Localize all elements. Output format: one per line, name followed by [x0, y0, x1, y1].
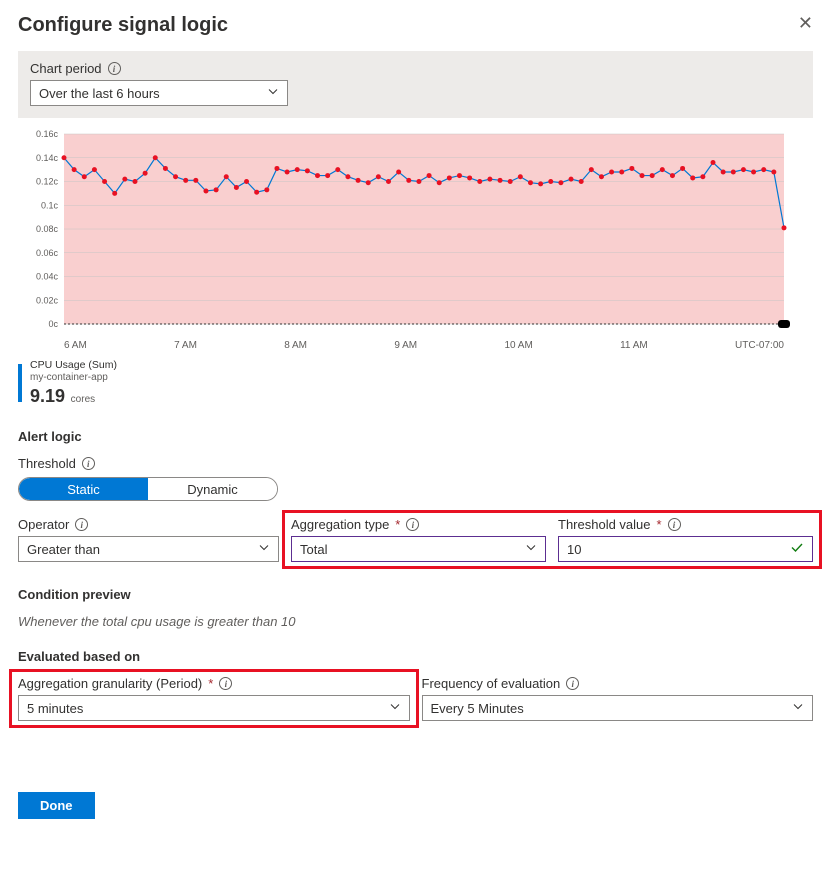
chevron-down-icon — [258, 542, 270, 557]
threshold-value-input[interactable]: 10 — [558, 536, 813, 562]
legend-metric-name: CPU Usage (Sum) — [30, 359, 117, 372]
aggregation-type-select[interactable]: Total — [291, 536, 546, 562]
info-icon[interactable]: i — [75, 518, 88, 531]
info-icon[interactable]: i — [219, 677, 232, 690]
aggregation-type-label: Aggregation type — [291, 517, 389, 532]
chart-period-value: Over the last 6 hours — [39, 86, 160, 101]
threshold-toggle: Static Dynamic — [18, 477, 278, 501]
svg-text:0.08c: 0.08c — [36, 224, 59, 234]
frequency-select[interactable]: Every 5 Minutes — [422, 695, 814, 721]
chart-period-bar: Chart period i Over the last 6 hours — [18, 51, 813, 118]
operator-select[interactable]: Greater than — [18, 536, 279, 562]
chevron-down-icon — [267, 86, 279, 101]
svg-text:0.04c: 0.04c — [36, 272, 59, 282]
svg-text:0.16c: 0.16c — [36, 129, 59, 139]
chevron-down-icon — [525, 542, 537, 557]
granularity-label: Aggregation granularity (Period) — [18, 676, 202, 691]
highlight-granularity: Aggregation granularity (Period) * i 5 m… — [9, 669, 419, 728]
chart-legend: CPU Usage (Sum) my-container-app 9.19 co… — [18, 359, 813, 407]
svg-text:0.1c: 0.1c — [41, 200, 59, 210]
threshold-value-label: Threshold value — [558, 517, 651, 532]
alert-logic-heading: Alert logic — [18, 429, 813, 444]
operator-value: Greater than — [27, 542, 100, 557]
condition-preview-text: Whenever the total cpu usage is greater … — [18, 614, 813, 629]
legend-unit: cores — [71, 394, 95, 405]
operator-label: Operator — [18, 517, 69, 532]
frequency-label: Frequency of evaluation — [422, 676, 561, 691]
threshold-label: Threshold — [18, 456, 76, 471]
legend-color-bar — [18, 364, 22, 402]
threshold-static-option[interactable]: Static — [19, 478, 148, 500]
legend-resource-name: my-container-app — [30, 372, 117, 385]
highlight-threshold-inputs: Aggregation type * i Total Threshold val… — [282, 510, 822, 569]
chart-period-label: Chart period — [30, 61, 102, 76]
frequency-value: Every 5 Minutes — [431, 701, 524, 716]
check-icon — [790, 541, 804, 558]
svg-text:0.06c: 0.06c — [36, 248, 59, 258]
condition-preview-heading: Condition preview — [18, 587, 813, 602]
info-icon[interactable]: i — [82, 457, 95, 470]
close-icon[interactable]: ✕ — [798, 14, 813, 32]
svg-text:0.12c: 0.12c — [36, 177, 59, 187]
granularity-value: 5 minutes — [27, 701, 83, 716]
chart-area: 0c 0.02c 0.04c 0.06c 0.08c 0.1c 0.12c 0.14c 0.16… — [22, 128, 809, 351]
done-button[interactable]: Done — [18, 792, 95, 819]
info-icon[interactable]: i — [566, 677, 579, 690]
chevron-down-icon — [389, 701, 401, 716]
chart-period-select[interactable]: Over the last 6 hours — [30, 80, 288, 106]
page-title: Configure signal logic — [18, 14, 228, 37]
info-icon[interactable]: i — [108, 62, 121, 75]
aggregation-type-value: Total — [300, 542, 327, 557]
threshold-dynamic-option[interactable]: Dynamic — [148, 478, 277, 500]
info-icon[interactable]: i — [668, 518, 681, 531]
info-icon[interactable]: i — [406, 518, 419, 531]
evaluated-heading: Evaluated based on — [18, 649, 813, 664]
svg-text:0.14c: 0.14c — [36, 153, 59, 163]
legend-value: 9.19 — [30, 386, 65, 406]
chevron-down-icon — [792, 701, 804, 716]
svg-text:0c: 0c — [48, 319, 58, 329]
svg-text:0.02c: 0.02c — [36, 295, 59, 305]
granularity-select[interactable]: 5 minutes — [18, 695, 410, 721]
threshold-value: 10 — [567, 542, 581, 557]
